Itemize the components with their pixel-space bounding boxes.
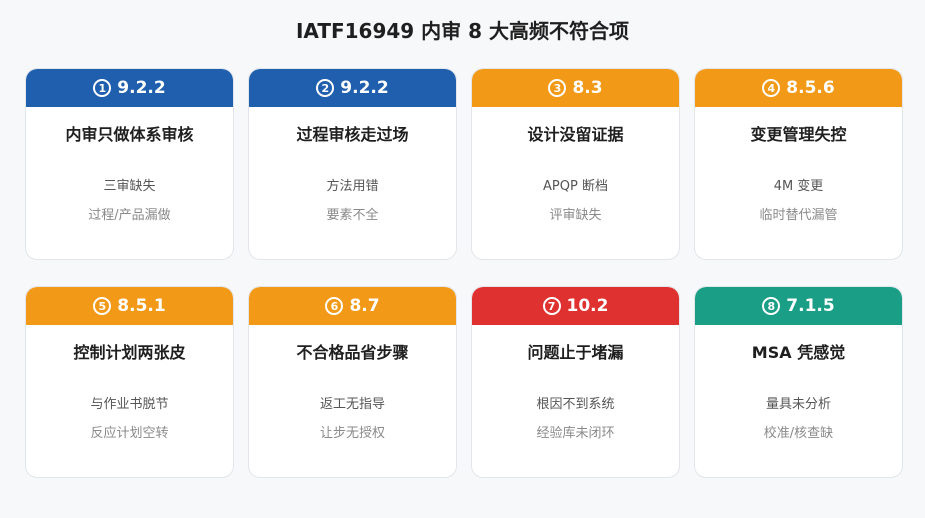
card-title: 控制计划两张皮 [73,343,186,362]
clause-label: 7.1.5 [786,296,835,316]
card-detail-1: 根因不到系统 [536,397,615,412]
card-detail-1: 与作业书脱节 [90,397,169,412]
card-detail-2: 反应计划空转 [90,426,169,441]
clause-label: 10.2 [566,296,609,316]
card-detail-1: APQP 断档 [543,179,608,194]
clause-label: 9.2.2 [117,78,166,98]
card-detail-1: 量具未分析 [765,397,831,412]
circled-number-icon: 6 [325,297,344,315]
card-detail-1: 三审缺失 [103,179,156,194]
clause-label: 8.5.1 [117,296,166,316]
card-1: 1 9.2.2 内审只做体系审核 三审缺失 过程/产品漏做 [25,68,234,260]
card-7: 7 10.2 问题止于堵漏 根因不到系统 经验库未闭环 [471,286,680,478]
card-header: 5 8.5.1 [26,287,233,325]
card-header: 1 9.2.2 [26,69,233,107]
card-5: 5 8.5.1 控制计划两张皮 与作业书脱节 反应计划空转 [25,286,234,478]
card-title: 不合格品省步骤 [296,343,409,362]
circled-number-icon: 7 [542,297,561,315]
card-header: 3 8.3 [472,69,679,107]
card-2: 2 9.2.2 过程审核走过场 方法用错 要素不全 [248,68,457,260]
circled-number-icon: 1 [93,79,112,97]
card-detail-1: 4M 变更 [773,179,824,194]
clause-label: 8.5.6 [786,78,835,98]
card-detail-2: 临时替代漏管 [759,208,838,223]
card-detail-2: 要素不全 [326,208,379,223]
card-title: MSA 凭感觉 [751,343,846,362]
card-8: 8 7.1.5 MSA 凭感觉 量具未分析 校准/核查缺 [694,286,903,478]
card-header: 8 7.1.5 [695,287,902,325]
card-detail-2: 让步无授权 [319,426,385,441]
circled-number-icon: 8 [762,297,781,315]
circled-number-icon: 3 [548,79,567,97]
card-title: 内审只做体系审核 [65,125,194,144]
card-6: 6 8.7 不合格品省步骤 返工无指导 让步无授权 [248,286,457,478]
card-title: 过程审核走过场 [296,125,409,144]
card-header: 7 10.2 [472,287,679,325]
card-header: 2 9.2.2 [249,69,456,107]
card-title: 变更管理失控 [750,125,847,144]
card-detail-2: 过程/产品漏做 [88,208,171,223]
card-grid: 1 9.2.2 内审只做体系审核 三审缺失 过程/产品漏做 2 9.2.2 过程… [25,68,904,478]
card-title: 问题止于堵漏 [527,343,624,362]
clause-label: 8.7 [349,296,380,316]
card-header: 6 8.7 [249,287,456,325]
card-4: 4 8.5.6 变更管理失控 4M 变更 临时替代漏管 [694,68,903,260]
card-title: 设计没留证据 [527,125,624,144]
card-header: 4 8.5.6 [695,69,902,107]
clause-label: 8.3 [572,78,603,98]
card-detail-2: 校准/核查缺 [763,426,834,441]
circled-number-icon: 2 [316,79,335,97]
page-title: IATF16949 内审 8 大高频不符合项 [295,19,630,43]
card-detail-2: 经验库未闭环 [536,426,615,441]
card-3: 3 8.3 设计没留证据 APQP 断档 评审缺失 [471,68,680,260]
card-detail-1: 方法用错 [326,179,379,194]
card-detail-1: 返工无指导 [319,397,385,412]
circled-number-icon: 5 [93,297,112,315]
clause-label: 9.2.2 [340,78,389,98]
circled-number-icon: 4 [762,79,781,97]
card-detail-2: 评审缺失 [549,208,602,223]
